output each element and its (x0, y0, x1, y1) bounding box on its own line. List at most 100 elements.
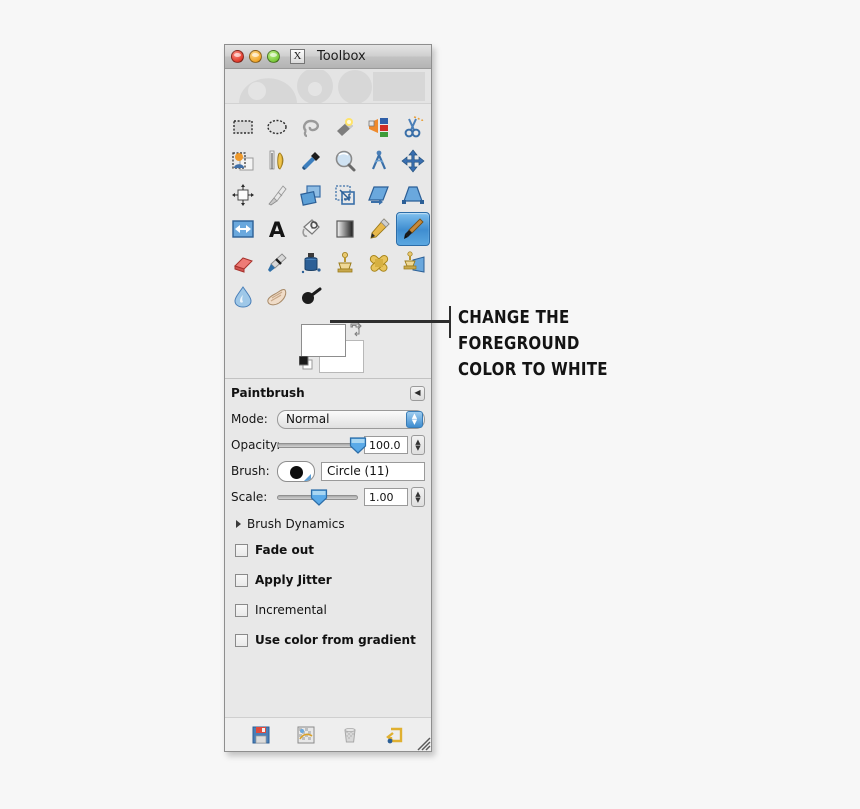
gradient-icon (336, 220, 354, 238)
opacity-slider-thumb[interactable] (349, 437, 367, 454)
rotate-icon (300, 185, 321, 206)
minimize-button[interactable] (249, 50, 262, 63)
opacity-slider-track (277, 443, 358, 448)
paintbrush-tool[interactable] (396, 212, 430, 246)
spinner-down-icon[interactable]: ▼ (415, 445, 420, 452)
tool-grid: A (225, 104, 431, 318)
scale-tool[interactable] (328, 178, 362, 212)
perspective-clone-tool[interactable] (396, 246, 430, 280)
shear-icon (368, 186, 389, 205)
scissors-select-tool[interactable] (396, 110, 430, 144)
blur-sharpen-tool[interactable] (226, 280, 260, 314)
rect-select-tool[interactable] (226, 110, 260, 144)
brush-shape-icon (290, 465, 303, 479)
tool-options-header: Paintbrush ◀ (231, 383, 425, 403)
bucket-fill-icon (302, 219, 320, 237)
scale-slider[interactable] (277, 487, 358, 507)
swap-colors-icon[interactable] (347, 322, 363, 338)
select-by-color-icon (368, 118, 388, 137)
apply-jitter-row[interactable]: Apply Jitter (231, 565, 425, 595)
save-options-button[interactable] (239, 722, 284, 748)
chevron-down-icon: ▼ (411, 418, 418, 426)
eraser-tool[interactable] (226, 246, 260, 280)
text-tool[interactable]: A (260, 212, 294, 246)
scale-spinner[interactable]: ▲ ▼ (411, 487, 425, 507)
scale-value-field[interactable]: 1.00 (364, 488, 408, 506)
spinner-down-icon[interactable]: ▼ (415, 497, 420, 504)
fade-out-checkbox[interactable] (235, 543, 248, 557)
fade-out-row[interactable]: Fade out (231, 535, 425, 565)
brush-dynamics-label: Brush Dynamics (247, 517, 345, 531)
bucket-fill-tool[interactable] (294, 212, 328, 246)
paintbrush-icon (404, 218, 424, 239)
incremental-checkbox[interactable] (235, 603, 248, 617)
default-colors-icon[interactable] (299, 356, 313, 370)
align-icon (232, 184, 254, 206)
brush-dynamics-expander[interactable]: Brush Dynamics (231, 513, 425, 535)
paths-tool[interactable] (260, 144, 294, 178)
measure-tool[interactable] (362, 144, 396, 178)
clone-stamp-icon (337, 252, 353, 273)
rotate-tool[interactable] (294, 178, 328, 212)
shear-tool[interactable] (362, 178, 396, 212)
select-by-color-tool[interactable] (362, 110, 396, 144)
opacity-slider[interactable] (277, 435, 367, 455)
color-picker-tool[interactable] (294, 144, 328, 178)
close-button[interactable] (231, 50, 244, 63)
tool-options-panel: Paintbrush ◀ Mode: Normal ▲ ▼ Opacity: 1… (225, 378, 431, 717)
brush-preview-button[interactable] (277, 460, 315, 482)
mode-row: Mode: Normal ▲ ▼ (231, 406, 425, 432)
fuzzy-select-tool[interactable] (328, 110, 362, 144)
window-titlebar[interactable]: X Toolbox (225, 45, 431, 69)
scale-label: Scale: (231, 490, 268, 504)
window-title: Toolbox (317, 49, 366, 64)
opacity-value-field[interactable]: 100.0 (364, 436, 408, 454)
clone-tool[interactable] (328, 246, 362, 280)
zoom-tool[interactable] (328, 144, 362, 178)
flip-tool[interactable] (226, 212, 260, 246)
dodge-burn-tool[interactable] (294, 280, 328, 314)
window-resize-grip[interactable] (416, 736, 431, 751)
lasso-icon (303, 119, 319, 138)
use-color-from-gradient-row[interactable]: Use color from gradient (231, 625, 425, 655)
scale-slider-thumb[interactable] (311, 489, 328, 506)
brush-dropdown-corner-icon[interactable] (304, 473, 311, 481)
maximize-button[interactable] (267, 50, 280, 63)
ellipse-select-tool[interactable] (260, 110, 294, 144)
incremental-row[interactable]: Incremental (231, 595, 425, 625)
foreground-select-icon (232, 152, 254, 171)
ink-tool[interactable] (294, 246, 328, 280)
pencil-tool[interactable] (362, 212, 396, 246)
free-select-tool[interactable] (294, 110, 328, 144)
alignment-tool[interactable] (226, 178, 260, 212)
chevron-right-icon (236, 520, 241, 528)
text-icon: A (269, 218, 286, 241)
brush-label: Brush: (231, 464, 270, 478)
use-color-from-gradient-checkbox[interactable] (235, 633, 248, 647)
opacity-spinner[interactable]: ▲ ▼ (411, 435, 425, 455)
wilber-watermark-icon (239, 70, 425, 103)
delete-options-button[interactable] (328, 722, 373, 748)
callout-leader-line (330, 320, 450, 323)
foreground-select-tool[interactable] (226, 144, 260, 178)
heal-tool[interactable] (362, 246, 396, 280)
brush-name-field[interactable]: Circle (11) (321, 461, 425, 481)
brush-row: Brush: Circle (11) (231, 458, 425, 484)
airbrush-tool[interactable] (260, 246, 294, 280)
perspective-tool[interactable] (396, 178, 430, 212)
move-tool[interactable] (396, 144, 430, 178)
gradient-tool[interactable] (328, 212, 362, 246)
crop-tool[interactable] (260, 178, 294, 212)
airbrush-icon (268, 253, 287, 272)
mode-combobox[interactable]: Normal ▲ ▼ (277, 409, 425, 429)
trash-can-icon (344, 727, 356, 742)
wilber-drop-area[interactable] (225, 69, 431, 104)
apply-jitter-checkbox[interactable] (235, 573, 248, 587)
smudge-tool[interactable] (260, 280, 294, 314)
reset-options-button[interactable] (373, 722, 418, 748)
collapse-panel-button[interactable]: ◀ (410, 385, 425, 401)
restore-options-button[interactable] (284, 722, 329, 748)
foreground-color-swatch[interactable] (301, 324, 346, 357)
mode-combobox-arrows[interactable]: ▲ ▼ (406, 410, 423, 428)
fade-out-label: Fade out (255, 543, 315, 557)
